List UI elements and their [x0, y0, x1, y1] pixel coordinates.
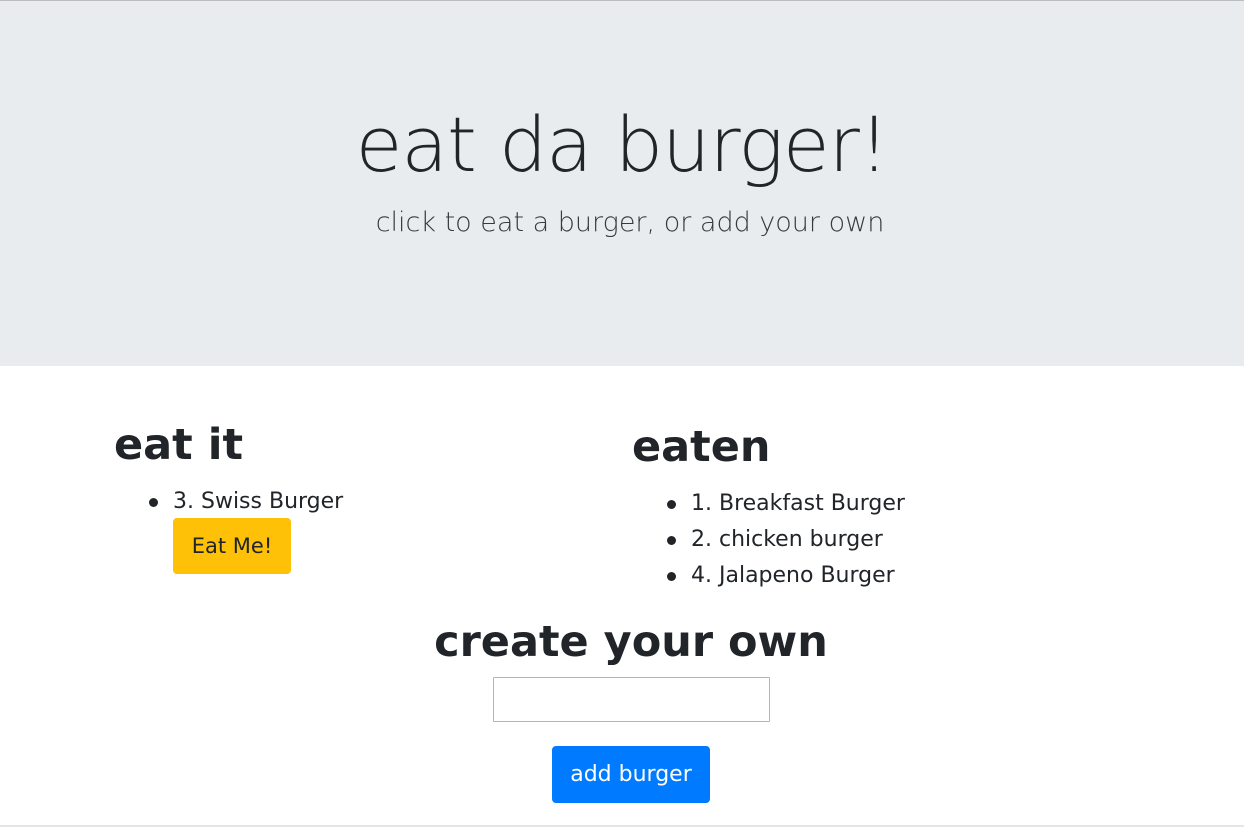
burger-name-input[interactable]	[493, 677, 770, 722]
eat-it-heading: eat it	[114, 420, 243, 470]
page-title: eat da burger!	[355, 100, 890, 189]
list-item: 1. Breakfast Burger	[666, 486, 905, 522]
add-burger-button[interactable]: add burger	[552, 746, 710, 803]
list-item: 4. Jalapeno Burger	[666, 558, 905, 594]
eat-me-button[interactable]: Eat Me!	[173, 518, 291, 574]
burger-label: 3. Swiss Burger	[173, 489, 344, 514]
burger-label: 1. Breakfast Burger	[691, 491, 905, 516]
list-item: 2. chicken burger	[666, 522, 905, 558]
eaten-burger-list: 1. Breakfast Burger 2. chicken burger 4.…	[666, 486, 905, 594]
header-jumbotron: eat da burger! click to eat a burger, or…	[0, 0, 1244, 366]
burger-label: 4. Jalapeno Burger	[691, 563, 895, 588]
burger-label: 2. chicken burger	[691, 527, 883, 552]
create-your-own-heading: create your own	[434, 617, 828, 667]
page-subtitle: click to eat a burger, or add your own	[375, 207, 885, 238]
list-item: 3. Swiss Burger Eat Me!	[148, 484, 343, 574]
uneaten-burger-list: 3. Swiss Burger Eat Me!	[148, 484, 343, 574]
eaten-heading: eaten	[632, 422, 771, 472]
